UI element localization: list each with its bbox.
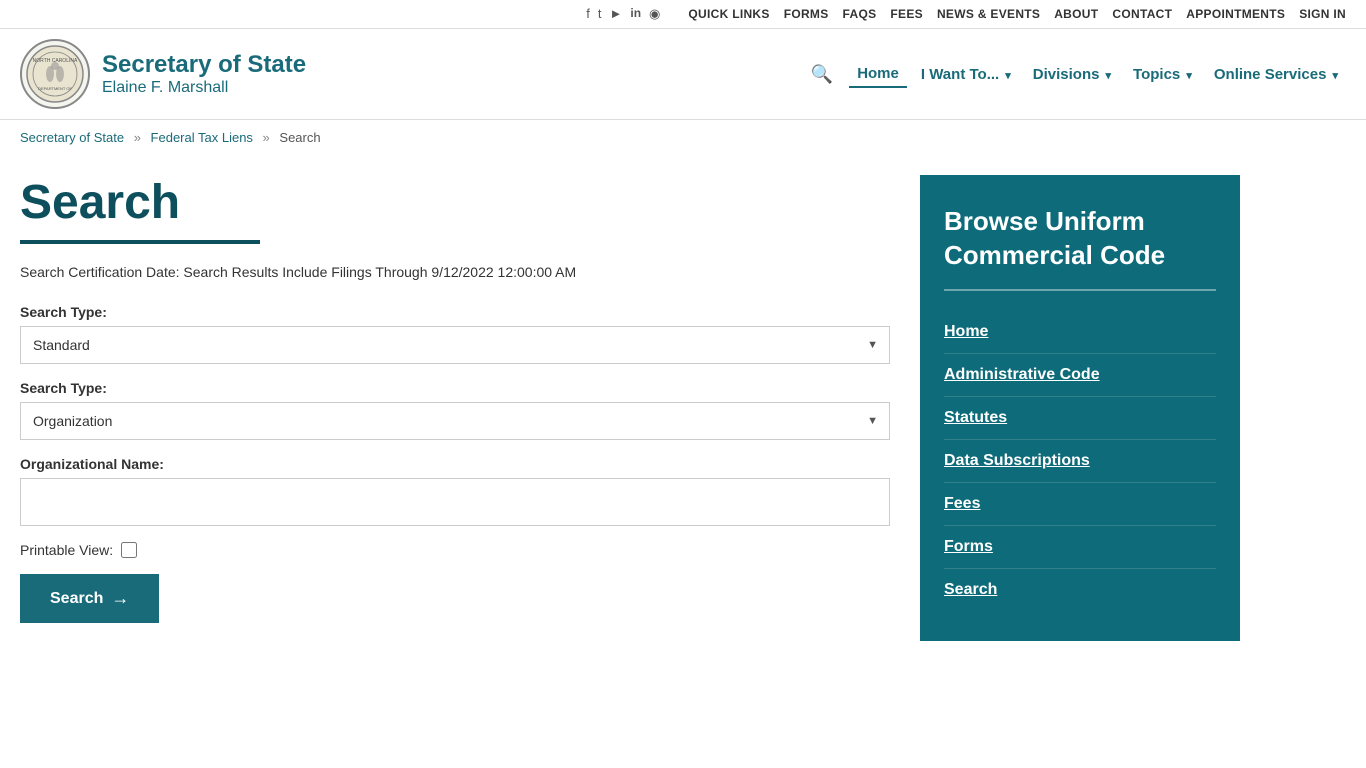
org-name-group: Organizational Name:	[20, 456, 890, 526]
search-button-label: Search	[50, 590, 103, 608]
org-name-label: Organizational Name:	[20, 456, 890, 472]
sidebar-divider	[944, 289, 1216, 291]
faqs-link[interactable]: FAQS	[843, 7, 877, 21]
quick-links-link[interactable]: QUICK LINKS	[688, 7, 769, 21]
youtube-icon[interactable]: ►	[610, 6, 623, 22]
printable-view-checkbox[interactable]	[121, 542, 137, 558]
sidebar-item-statutes[interactable]: Statutes	[944, 397, 1216, 440]
chevron-down-icon: ▾	[1002, 70, 1011, 82]
appointments-link[interactable]: APPOINTMENTS	[1186, 7, 1285, 21]
news-events-link[interactable]: NEWS & EVENTS	[937, 7, 1040, 21]
nav-online-services[interactable]: Online Services ▾	[1206, 62, 1346, 87]
nav-divisions[interactable]: Divisions ▾	[1025, 62, 1119, 87]
nav-home[interactable]: Home	[849, 61, 907, 88]
facebook-icon[interactable]: f	[586, 6, 590, 22]
twitter-icon[interactable]: t	[598, 6, 602, 22]
entity-type-select[interactable]: Organization Individual	[20, 402, 890, 440]
search-type-label: Search Type:	[20, 304, 890, 320]
social-icons: f t ► in ◉	[586, 6, 660, 22]
breadcrumb-secretary-of-state[interactable]: Secretary of State	[20, 130, 124, 145]
sidebar-title: Browse Uniform Commercial Code	[944, 205, 1216, 273]
printable-view-label: Printable View:	[20, 542, 113, 558]
about-link[interactable]: ABOUT	[1054, 7, 1098, 21]
contact-link[interactable]: CONTACT	[1112, 7, 1172, 21]
fees-link[interactable]: FEES	[890, 7, 923, 21]
chevron-down-icon: ▾	[1329, 70, 1338, 82]
entity-type-group: Search Type: Organization Individual	[20, 380, 890, 440]
nav-area: 🔍 Home I Want To... ▾ Divisions ▾ Topics…	[811, 61, 1346, 88]
rss-icon[interactable]: ◉	[649, 6, 660, 22]
org-name-input[interactable]	[20, 478, 890, 526]
search-button[interactable]: Search →	[20, 574, 159, 623]
title-underline	[20, 240, 260, 244]
sidebar-item-forms[interactable]: Forms	[944, 526, 1216, 569]
top-nav-links: QUICK LINKS FORMS FAQS FEES NEWS & EVENT…	[688, 7, 1346, 21]
breadcrumb: Secretary of State » Federal Tax Liens »…	[0, 120, 1366, 155]
top-bar: f t ► in ◉ QUICK LINKS FORMS FAQS FEES N…	[0, 0, 1366, 29]
search-icon-button[interactable]: 🔍	[811, 64, 833, 85]
sidebar-item-administrative-code[interactable]: Administrative Code	[944, 354, 1216, 397]
nav-topics[interactable]: Topics ▾	[1125, 62, 1200, 87]
org-subtitle: Elaine F. Marshall	[102, 79, 306, 97]
logo-area: NORTH CAROLINA DEPARTMENT OF Secretary o…	[20, 39, 320, 109]
search-type-select[interactable]: Standard Exact Name Only	[20, 326, 890, 364]
breadcrumb-sep-1: »	[134, 130, 141, 145]
logo-circle: NORTH CAROLINA DEPARTMENT OF	[20, 39, 90, 109]
breadcrumb-sep-2: »	[263, 130, 270, 145]
main-layout: Search Search Certification Date: Search…	[0, 155, 1366, 661]
header: NORTH CAROLINA DEPARTMENT OF Secretary o…	[0, 29, 1366, 120]
sidebar-item-data-subscriptions[interactable]: Data Subscriptions	[944, 440, 1216, 483]
breadcrumb-federal-tax-liens[interactable]: Federal Tax Liens	[151, 130, 253, 145]
search-arrow-icon: →	[111, 588, 129, 609]
sign-in-link[interactable]: SIGN IN	[1299, 7, 1346, 21]
org-name: Secretary of State Elaine F. Marshall	[102, 51, 306, 98]
linkedin-icon[interactable]: in	[630, 6, 641, 22]
search-type-group: Search Type: Standard Exact Name Only	[20, 304, 890, 364]
sidebar-item-fees[interactable]: Fees	[944, 483, 1216, 526]
forms-link[interactable]: FORMS	[784, 7, 829, 21]
chevron-down-icon: ▾	[1183, 70, 1192, 82]
breadcrumb-current: Search	[279, 130, 320, 145]
org-title: Secretary of State	[102, 51, 306, 80]
sidebar: Browse Uniform Commercial Code Home Admi…	[920, 175, 1240, 641]
search-type-select-wrapper: Standard Exact Name Only	[20, 326, 890, 364]
svg-text:DEPARTMENT OF: DEPARTMENT OF	[38, 86, 72, 91]
printable-view-row: Printable View:	[20, 542, 890, 558]
cert-date: Search Certification Date: Search Result…	[20, 264, 890, 280]
nav-i-want-to[interactable]: I Want To... ▾	[913, 62, 1019, 87]
entity-type-label: Search Type:	[20, 380, 890, 396]
chevron-down-icon: ▾	[1102, 70, 1111, 82]
content-area: Search Search Certification Date: Search…	[20, 175, 890, 641]
sidebar-item-search[interactable]: Search	[944, 569, 1216, 611]
page-title: Search	[20, 175, 890, 230]
sidebar-item-home[interactable]: Home	[944, 311, 1216, 354]
state-seal-icon: NORTH CAROLINA DEPARTMENT OF	[25, 44, 85, 104]
entity-type-select-wrapper: Organization Individual	[20, 402, 890, 440]
